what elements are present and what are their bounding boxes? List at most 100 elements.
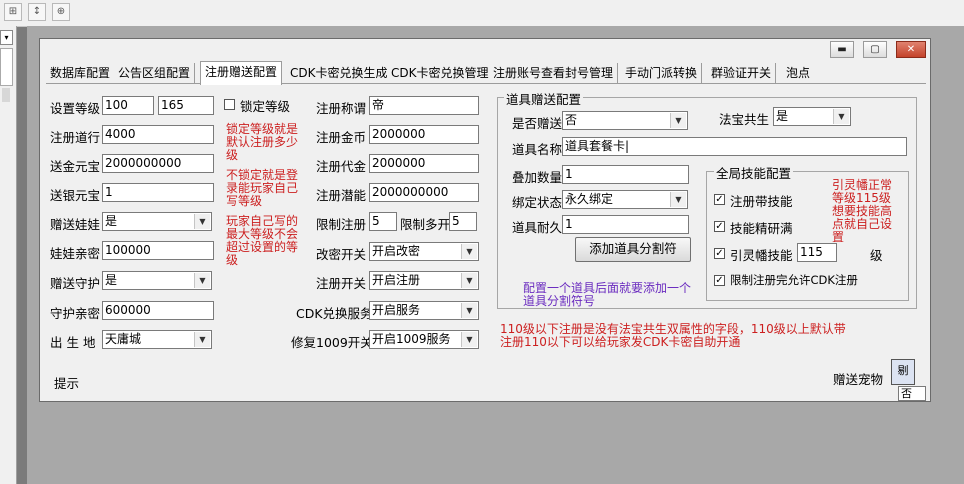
skill-master-checkbox[interactable]: ✓ bbox=[714, 221, 725, 232]
tab-cdk-manage[interactable]: CDK卡密兑换管理 bbox=[387, 63, 494, 83]
chevron-down-icon[interactable]: ▼ bbox=[194, 273, 210, 288]
yinling-checkbox[interactable]: ✓ bbox=[714, 248, 725, 259]
doll-select[interactable]: 是 ▼ bbox=[102, 212, 212, 231]
hint-label: 提示 bbox=[54, 376, 80, 391]
minimize-button[interactable]: ▬ bbox=[830, 41, 854, 58]
reg-dao-label: 注册道行 bbox=[50, 130, 101, 145]
tab-bubble-points[interactable]: 泡点 bbox=[782, 63, 815, 83]
cdk-service-value: 开启服务 bbox=[372, 303, 421, 317]
potential-input[interactable]: 2000000000 bbox=[369, 183, 479, 202]
lock-level-label: 锁定等级 bbox=[240, 99, 291, 114]
layout-icon[interactable]: ⊞ bbox=[4, 3, 22, 21]
chevron-down-icon[interactable]: ▼ bbox=[461, 273, 477, 288]
reg-skill-label: 注册带技能 bbox=[730, 194, 793, 209]
silver-input[interactable]: 1 bbox=[102, 183, 214, 202]
left-scrollbar[interactable] bbox=[0, 48, 13, 86]
doll-intimacy-label: 娃娃亲密 bbox=[50, 246, 101, 261]
reg-switch-select[interactable]: 开启注册 ▼ bbox=[369, 271, 479, 290]
chevron-down-icon[interactable]: ▼ bbox=[670, 113, 686, 128]
item-config-title: 道具赠送配置 bbox=[504, 89, 584, 108]
tab-divider bbox=[46, 83, 926, 84]
doll-label: 赠送娃娃 bbox=[50, 217, 101, 232]
yinling-level-input[interactable]: 115 bbox=[797, 243, 837, 262]
tab-faction-switch[interactable]: 手动门派转换 bbox=[621, 63, 703, 83]
gold-input[interactable]: 2000000000 bbox=[102, 154, 214, 173]
tab-cdk-generate[interactable]: CDK卡密兑换生成 bbox=[286, 63, 393, 83]
maximize-button[interactable]: ▢ bbox=[863, 41, 887, 58]
chevron-down-icon[interactable]: ▼ bbox=[461, 332, 477, 347]
reg-dao-input[interactable]: 4000 bbox=[102, 125, 214, 144]
add-separator-button[interactable]: 添加道具分割符 bbox=[575, 237, 691, 262]
gift-select[interactable]: 否 ▼ bbox=[562, 111, 688, 130]
collapse-icon[interactable]: ▾ bbox=[0, 30, 13, 45]
repair-1009-label: 修复1009开关 bbox=[291, 335, 373, 350]
pet-gift-label: 赠送宠物（ bbox=[833, 372, 896, 387]
cdk-service-select[interactable]: 开启服务 ▼ bbox=[369, 301, 479, 320]
grid-icon[interactable]: ⊕ bbox=[52, 3, 70, 21]
tab-account-manage[interactable]: 注册账号查看封号管理 bbox=[489, 63, 619, 83]
birthplace-label: 出 生 地 bbox=[50, 335, 96, 350]
potential-label: 注册潜能 bbox=[316, 188, 367, 203]
chevron-down-icon[interactable]: ▼ bbox=[461, 244, 477, 259]
stack-input[interactable]: 1 bbox=[562, 165, 689, 184]
silver-label: 送银元宝 bbox=[50, 188, 101, 203]
fabao-select[interactable]: 是 ▼ bbox=[773, 107, 851, 126]
reg-switch-label: 注册开关 bbox=[316, 276, 367, 291]
level-min-input[interactable]: 100 bbox=[102, 96, 154, 115]
separator-note: 配置一个道具后面就要添加一个道具分割符号 bbox=[523, 281, 692, 308]
tab-database[interactable]: 数据库配置 bbox=[46, 63, 116, 83]
doll-value: 是 bbox=[105, 214, 118, 228]
item-name-label: 道具名称 bbox=[512, 142, 563, 157]
limit-cdk-label: 限制注册完允许CDK注册 bbox=[730, 273, 858, 287]
chevron-down-icon[interactable]: ▼ bbox=[670, 192, 686, 207]
fabao-label: 法宝共生 bbox=[719, 112, 770, 127]
pwd-switch-select[interactable]: 开启改密 ▼ bbox=[369, 242, 479, 261]
tab-register-gift[interactable]: 注册赠送配置 bbox=[200, 61, 283, 85]
level-max-input[interactable]: 165 bbox=[158, 96, 214, 115]
limit-multi-input[interactable]: 5 bbox=[449, 212, 477, 231]
pet-gift-input[interactable]: 否 bbox=[898, 386, 926, 401]
cdk-service-label: CDK兑换服务 bbox=[296, 306, 373, 321]
lock-level-checkbox[interactable] bbox=[224, 99, 235, 110]
top-toolbar bbox=[0, 0, 964, 27]
close-button[interactable]: ✕ bbox=[896, 41, 926, 58]
guard-select[interactable]: 是 ▼ bbox=[102, 271, 212, 290]
reg-skill-checkbox[interactable]: ✓ bbox=[714, 194, 725, 205]
fabao-value: 是 bbox=[776, 109, 789, 123]
birthplace-value: 天庸城 bbox=[105, 332, 142, 346]
voucher-label: 注册代金 bbox=[316, 159, 367, 174]
left-scroll-thumb[interactable] bbox=[2, 88, 10, 102]
chevron-down-icon[interactable]: ▼ bbox=[194, 214, 210, 229]
limit-multi-label: 限制多开 bbox=[400, 217, 451, 232]
chevron-down-icon[interactable]: ▼ bbox=[833, 109, 849, 124]
tab-announce[interactable]: 公告区组配置 bbox=[114, 63, 196, 83]
yinling-unit: 级 bbox=[870, 248, 883, 263]
money-input[interactable]: 2000000 bbox=[369, 125, 479, 144]
chevron-down-icon[interactable]: ▼ bbox=[461, 303, 477, 318]
guard-intimacy-input[interactable]: 600000 bbox=[102, 301, 214, 320]
durability-input[interactable]: 1 bbox=[562, 215, 689, 234]
lock-level-note: 锁定等级就是默认注册多少级 bbox=[226, 122, 299, 162]
tab-group-verify[interactable]: 群验证开关 bbox=[707, 63, 777, 83]
chevron-down-icon[interactable]: ▼ bbox=[194, 332, 210, 347]
voucher-input[interactable]: 2000000 bbox=[369, 154, 479, 173]
pet-icon[interactable]: 剔 bbox=[891, 359, 915, 385]
doll-intimacy-input[interactable]: 100000 bbox=[102, 241, 214, 260]
title-input[interactable]: 帝 bbox=[369, 96, 479, 115]
level-110-note: 110级以下注册是没有法宝共生双属性的字段，110级以上默认带注册110以下可以… bbox=[500, 322, 846, 349]
resize-icon[interactable]: ↕ bbox=[28, 3, 46, 21]
gift-value: 否 bbox=[565, 113, 578, 127]
bind-select[interactable]: 永久绑定 ▼ bbox=[562, 190, 688, 209]
limit-reg-label: 限制注册 bbox=[316, 217, 367, 232]
birthplace-select[interactable]: 天庸城 ▼ bbox=[102, 330, 212, 349]
limit-reg-input[interactable]: 5 bbox=[369, 212, 397, 231]
unlock-level-note: 不锁定就是登录能玩家自己写等级 bbox=[226, 168, 299, 208]
stack-label: 叠加数量 bbox=[512, 170, 563, 185]
limit-cdk-checkbox[interactable]: ✓ bbox=[714, 275, 725, 286]
item-name-input[interactable]: 道具套餐卡| bbox=[562, 137, 907, 156]
bind-value: 永久绑定 bbox=[565, 192, 614, 206]
repair-1009-select[interactable]: 开启1009服务 ▼ bbox=[369, 330, 479, 349]
yinling-label: 引灵幡技能 bbox=[730, 248, 793, 263]
pwd-switch-label: 改密开关 bbox=[316, 247, 367, 262]
level-label: 设置等级 bbox=[50, 101, 101, 116]
